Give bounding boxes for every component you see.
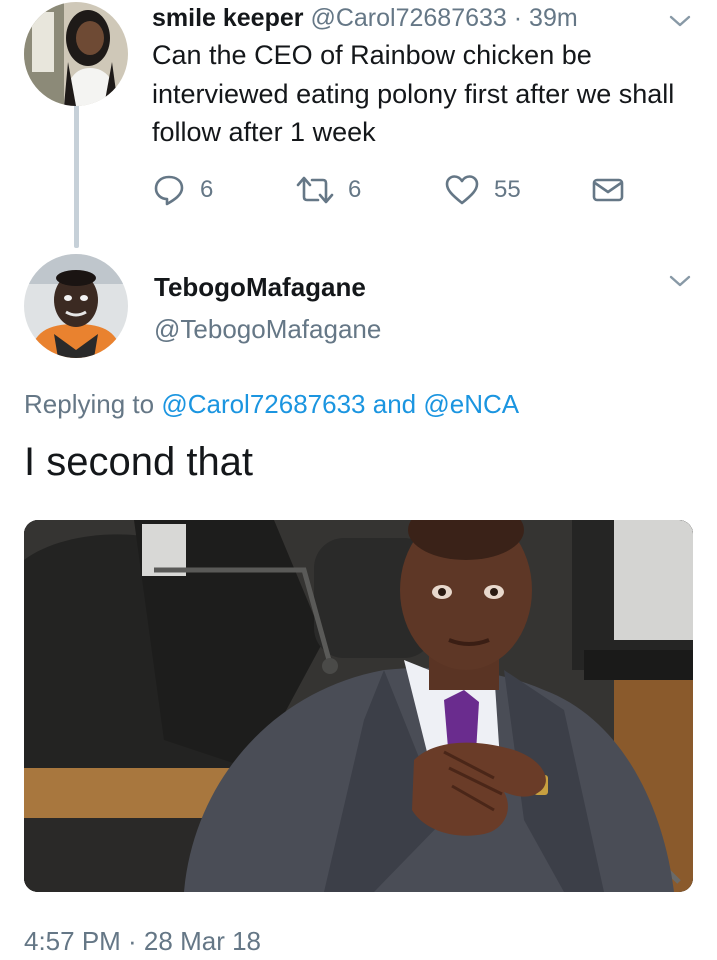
reply-avatar[interactable] xyxy=(24,254,128,358)
retweet-button[interactable]: 6 xyxy=(296,170,361,210)
parent-tweet-header: smile keeper @Carol72687633 · 39m xyxy=(152,2,578,34)
chevron-down-icon[interactable] xyxy=(668,12,692,30)
reply-count: 6 xyxy=(200,176,214,203)
reply-tweet-text: I second that xyxy=(24,440,254,484)
retweet-count: 6 xyxy=(348,176,362,203)
retweet-icon xyxy=(296,176,334,204)
reply-button[interactable]: 6 xyxy=(152,170,213,210)
direct-message-button[interactable] xyxy=(592,170,638,210)
reply-handle[interactable]: @TebogoMafagane xyxy=(154,313,381,345)
parent-tweet-actions: 6 6 55 xyxy=(0,170,717,210)
tweet-photo[interactable] xyxy=(24,520,693,892)
replying-to-label: Replying to xyxy=(24,389,155,419)
like-button[interactable]: 55 xyxy=(444,170,521,210)
replying-to-user-link[interactable]: @Carol72687633 xyxy=(161,389,365,419)
replying-to-and: and xyxy=(372,389,417,419)
chevron-down-icon[interactable] xyxy=(668,272,692,290)
replying-to-user-link[interactable]: @eNCA xyxy=(423,389,519,419)
parent-display-name[interactable]: smile keeper xyxy=(152,4,304,32)
tweet-timestamp[interactable]: 4:57 PM · 28 Mar 18 xyxy=(24,924,261,958)
parent-tweet-age[interactable]: 39m xyxy=(529,4,578,32)
parent-handle[interactable]: @Carol72687633 xyxy=(310,4,506,32)
direct-message-icon xyxy=(592,178,624,202)
replying-to-line: Replying to @Carol72687633 and @eNCA xyxy=(24,386,519,422)
like-count: 55 xyxy=(494,176,521,203)
header-separator: · xyxy=(513,4,523,32)
reply-display-name[interactable]: TebogoMafagane xyxy=(154,271,366,303)
reply-icon xyxy=(154,175,184,206)
parent-avatar[interactable] xyxy=(24,2,128,106)
heart-icon xyxy=(445,175,479,205)
parent-tweet-text: Can the CEO of Rainbow chicken be interv… xyxy=(152,40,675,147)
